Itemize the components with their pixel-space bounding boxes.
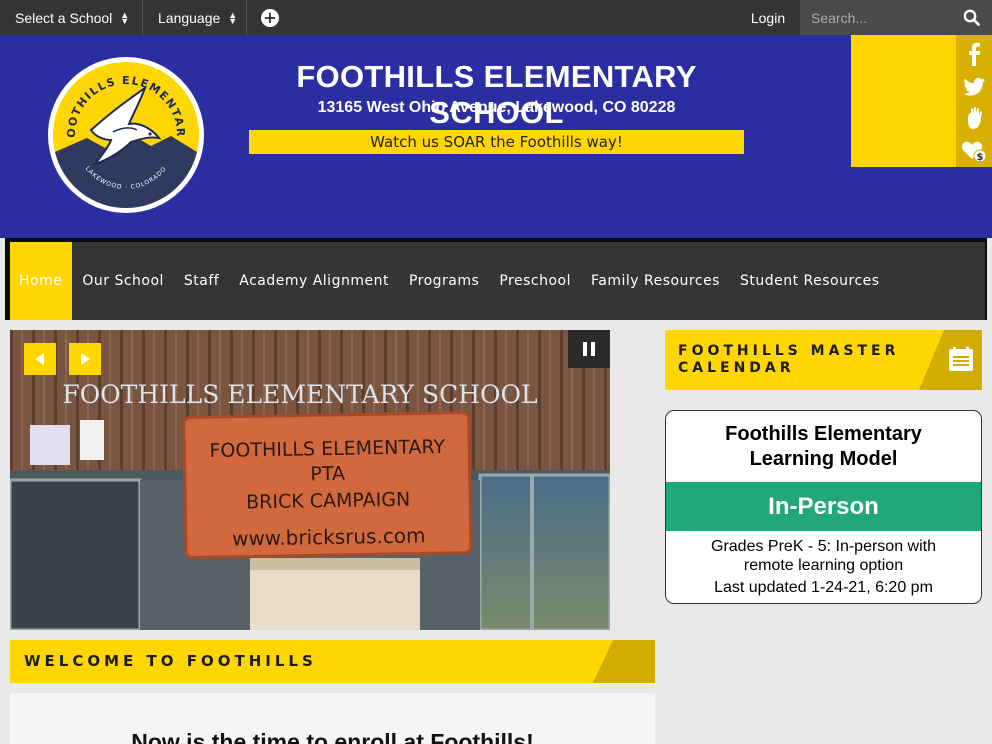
enroll-headline: Now is the time to enroll at Foothills! xyxy=(131,729,534,744)
updown-caret-icon: ▲ ▼ xyxy=(228,9,238,26)
slide-prev-button[interactable] xyxy=(24,343,56,375)
login-link[interactable]: Login xyxy=(736,0,800,35)
nav-student-resources[interactable]: Student Resources xyxy=(730,242,890,320)
language-select-label: Language xyxy=(158,9,221,26)
nav-staff[interactable]: Staff xyxy=(174,242,229,320)
triangle-left-icon xyxy=(35,353,44,365)
welcome-heading: WELCOME TO FOOTHILLS xyxy=(24,652,317,670)
welcome-panel: Now is the time to enroll at Foothills! xyxy=(10,693,655,744)
learning-model-status: In-Person xyxy=(666,482,981,531)
nav-home[interactable]: Home xyxy=(10,242,73,320)
updown-caret-icon: ▲ ▼ xyxy=(120,9,130,26)
brick-line-1: FOOTHILLS ELEMENTARY xyxy=(209,436,445,462)
pause-icon xyxy=(583,342,595,356)
slide-next-button[interactable] xyxy=(69,343,101,375)
school-logo[interactable]: FOOTHILLS ELEMENTARY LAKEWOOD · COLORADO xyxy=(47,56,205,214)
nav-family-resources[interactable]: Family Resources xyxy=(581,242,730,320)
tagline-banner: Watch us SOAR the Foothills way! xyxy=(249,130,744,154)
hand-icon[interactable] xyxy=(956,101,992,134)
main-nav-bar: Home Our School Staff Academy Alignment … xyxy=(10,242,985,320)
school-name[interactable]: FOOTHILLS ELEMENTARY SCHOOL xyxy=(249,59,744,131)
triangle-right-icon xyxy=(81,353,90,365)
header-accent xyxy=(593,640,655,683)
school-select-label: Select a School xyxy=(15,9,113,26)
search-icon xyxy=(963,9,980,26)
donate-icon[interactable]: $ xyxy=(956,134,992,167)
social-panel: $ xyxy=(851,35,992,167)
photo-slideshow[interactable]: FOOTHILLS ELEMENTARY SCHOOL FOOTHILLS EL… xyxy=(10,330,610,630)
nav-academy-alignment[interactable]: Academy Alignment xyxy=(229,242,399,320)
slide-pause-button[interactable] xyxy=(568,330,610,368)
search-input[interactable] xyxy=(800,0,950,35)
welcome-section-header: WELCOME TO FOOTHILLS xyxy=(10,640,655,683)
learning-model-card: Foothills Elementary Learning Model In-P… xyxy=(665,410,982,604)
social-strip: $ xyxy=(956,35,992,167)
school-select[interactable]: Select a School ▲ ▼ xyxy=(0,0,143,35)
twitter-icon[interactable] xyxy=(956,70,992,103)
brick-line-3: BRICK CAMPAIGN xyxy=(246,489,410,514)
main-nav: Home Our School Staff Academy Alignment … xyxy=(5,238,987,320)
nav-our-school[interactable]: Our School xyxy=(72,242,174,320)
learning-model-updated: Last updated 1-24-21, 6:20 pm xyxy=(714,579,933,596)
svg-text:$: $ xyxy=(977,152,984,163)
learning-model-description: Grades PreK - 5: In-person with remote l… xyxy=(711,538,936,574)
brick-line-2: PTA xyxy=(310,463,345,486)
nav-programs[interactable]: Programs xyxy=(399,242,489,320)
calendar-heading-line1: FOOTHILLS MASTER xyxy=(678,343,900,359)
building-sign-text: FOOTHILLS ELEMENTARY SCHOOL xyxy=(62,380,537,409)
search-button[interactable] xyxy=(950,0,992,35)
facebook-icon[interactable] xyxy=(956,37,992,70)
calendar-heading: FOOTHILLS MASTER CALENDAR xyxy=(678,343,899,377)
calendar-heading-line2: CALENDAR xyxy=(678,360,795,376)
brick-line-4: www.bricksrus.com xyxy=(232,523,426,550)
slide-photo: FOOTHILLS ELEMENTARY SCHOOL FOOTHILLS EL… xyxy=(10,330,610,630)
add-button[interactable]: + xyxy=(247,0,293,35)
calendar-list-icon xyxy=(949,346,973,371)
plus-circle-icon: + xyxy=(261,8,279,27)
nav-preschool[interactable]: Preschool xyxy=(489,242,581,320)
learning-model-title: Foothills Elementary Learning Model xyxy=(725,423,922,470)
utility-bar: Select a School ▲ ▼ Language ▲ ▼ + Login xyxy=(0,0,992,35)
search-box xyxy=(800,0,992,35)
site-header: FOOTHILLS ELEMENTARY LAKEWOOD · COLORADO… xyxy=(0,35,992,238)
master-calendar-link[interactable]: FOOTHILLS MASTER CALENDAR xyxy=(665,330,982,390)
language-select[interactable]: Language ▲ ▼ xyxy=(143,0,247,35)
school-address: 13165 West Ohio Avenue, Lakewood, CO 802… xyxy=(317,99,676,116)
